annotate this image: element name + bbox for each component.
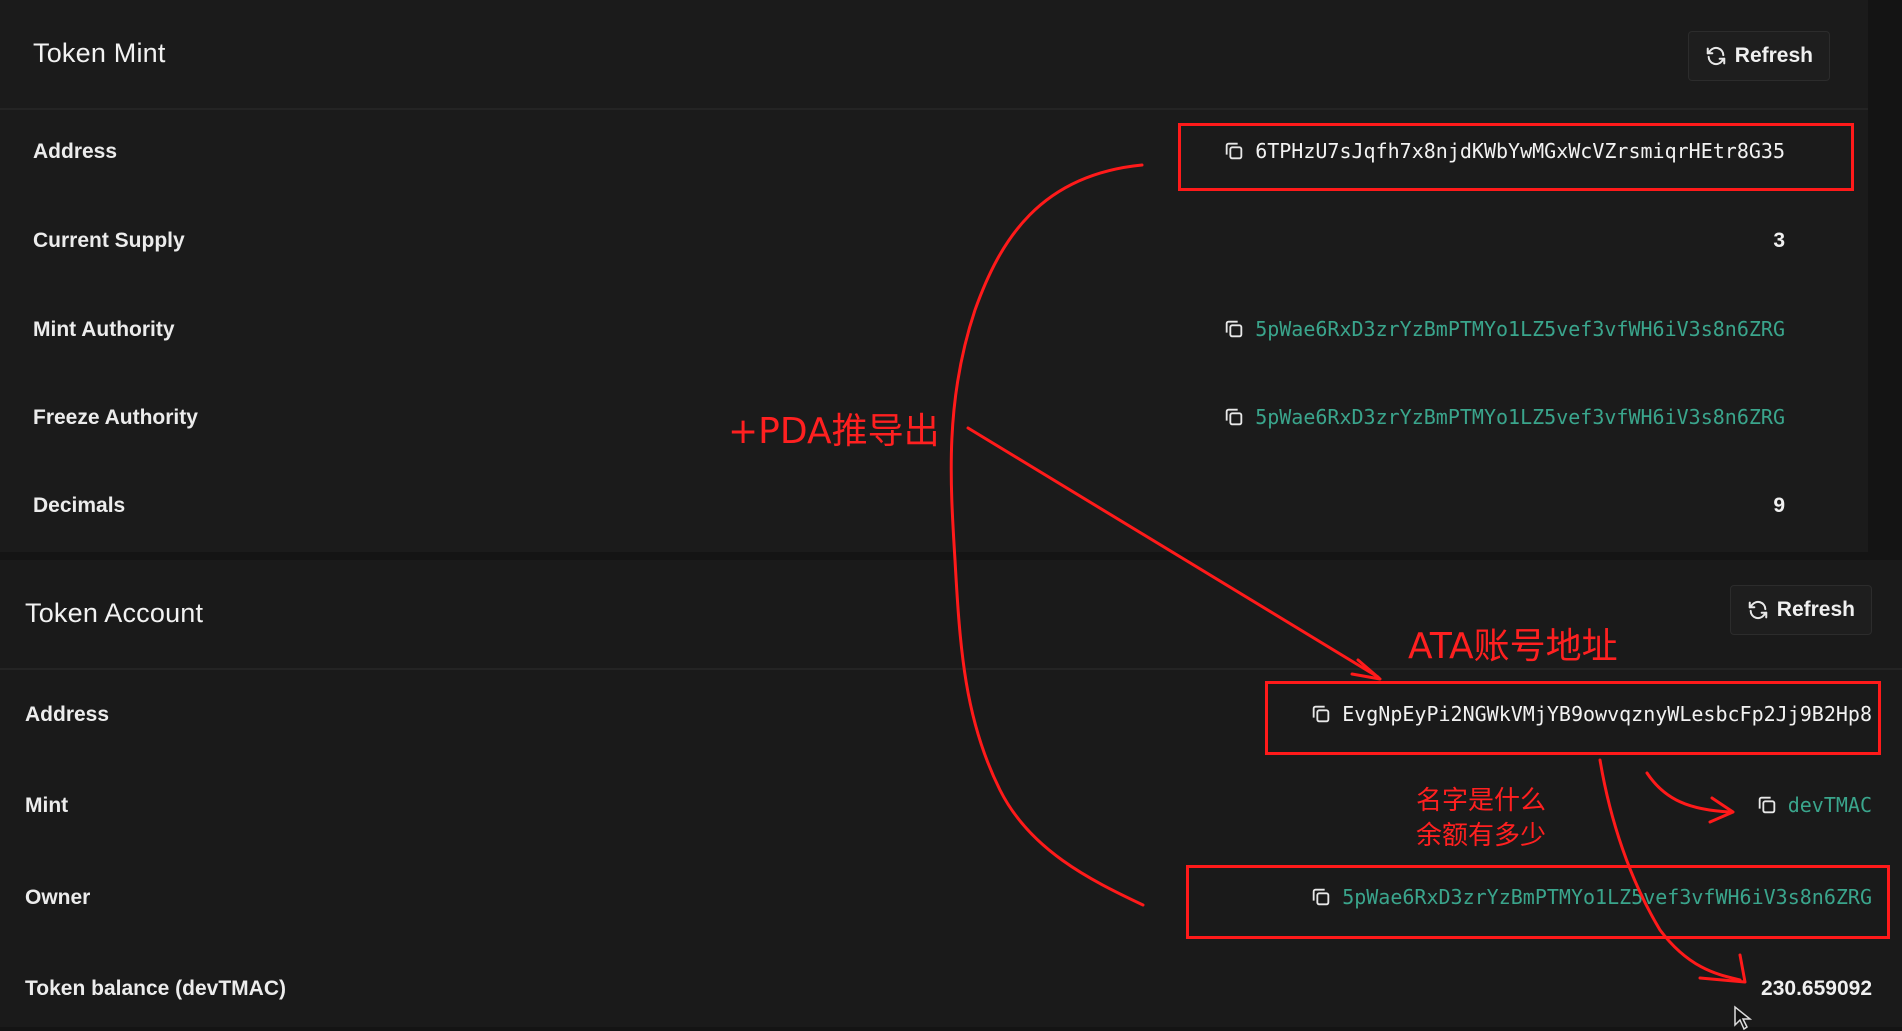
token-balance-value: 230.659092 (1761, 977, 1872, 1000)
mint-address-label: Address (33, 140, 118, 163)
mouse-cursor-icon (1734, 1005, 1753, 1031)
mint-address-highlight-box (1178, 123, 1854, 191)
owner-highlight-box (1186, 865, 1890, 939)
ata-address-highlight-box (1265, 681, 1881, 755)
token-mint-title: Token Mint (33, 38, 166, 68)
refresh-icon (1706, 46, 1726, 66)
freeze-authority-link[interactable]: 5pWae6RxD3zrYzBmPTMYo1LZ5vef3vfWH6iV3s8n… (1255, 405, 1785, 429)
token-mint-refresh-button[interactable]: Refresh (1687, 31, 1830, 81)
owner-label: Owner (25, 886, 91, 909)
current-supply-label: Current Supply (33, 229, 185, 252)
account-mint-label: Mint (25, 794, 69, 817)
refresh-label: Refresh (1776, 598, 1855, 621)
ata-address-annotation: ATA账号地址 (1408, 626, 1618, 667)
balance-question-annotation: 余额有多少 (1416, 821, 1547, 851)
decimals-label: Decimals (33, 494, 126, 517)
token-account-title: Token Account (25, 598, 204, 628)
pda-derive-annotation: +PDA推导出 (728, 411, 940, 452)
current-supply-value: 3 (1773, 229, 1785, 252)
mint-authority-link[interactable]: 5pWae6RxD3zrYzBmPTMYo1LZ5vef3vfWH6iV3s8n… (1255, 317, 1785, 341)
copy-icon[interactable] (1756, 794, 1778, 816)
mint-authority-label: Mint Authority (33, 318, 175, 341)
account-mint-value[interactable]: devTMAC (1756, 793, 1872, 817)
token-account-refresh-button[interactable]: Refresh (1729, 585, 1872, 635)
name-question-annotation: 名字是什么 (1416, 786, 1547, 816)
mint-authority-value[interactable]: 5pWae6RxD3zrYzBmPTMYo1LZ5vef3vfWH6iV3s8n… (1223, 317, 1785, 341)
token-mint-header: Token Mint Refresh (0, 0, 1868, 110)
copy-icon[interactable] (1223, 406, 1245, 428)
freeze-authority-value[interactable]: 5pWae6RxD3zrYzBmPTMYo1LZ5vef3vfWH6iV3s8n… (1223, 405, 1785, 429)
account-mint-link[interactable]: devTMAC (1788, 793, 1872, 817)
token-mint-panel: Token Mint Refresh Address 6TPHzU7sJqfh7… (0, 0, 1868, 552)
decimals-value: 9 (1773, 494, 1785, 517)
refresh-label: Refresh (1734, 44, 1813, 67)
refresh-icon (1748, 600, 1768, 620)
freeze-authority-label: Freeze Authority (33, 406, 198, 429)
account-address-label: Address (25, 703, 110, 726)
copy-icon[interactable] (1223, 318, 1245, 340)
token-balance-label: Token balance (devTMAC) (25, 977, 286, 1000)
